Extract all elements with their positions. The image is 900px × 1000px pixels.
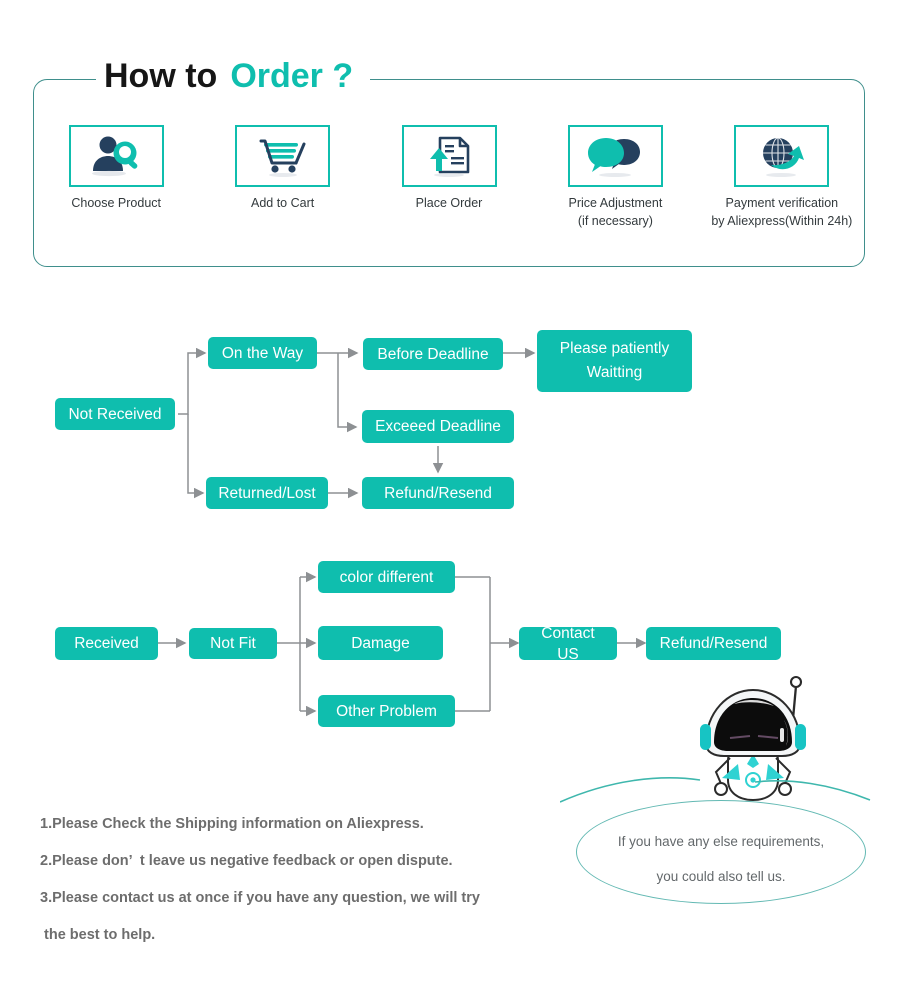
speech-bubbles-icon [588,138,641,177]
node-refund-resend-1[interactable]: Refund/Resend [362,477,514,509]
step-icon-frame [734,125,830,187]
node-on-the-way[interactable]: On the Way [208,337,317,369]
node-received[interactable]: Received [55,627,158,660]
shopping-cart-icon [259,139,306,177]
step-payment-verification[interactable]: Payment verification by Aliexpress(Withi… [699,125,865,260]
notes-list: 1.Please Check the Shipping information … [40,806,600,954]
step-icon-frame [567,125,663,187]
node-other-problem[interactable]: Other Problem [318,695,455,727]
requirements-bubble-text: If you have any else requirements, you c… [576,824,866,894]
page-title-black: How to [104,56,218,95]
step-icon-frame [235,125,331,187]
note-line-1: 1.Please Check the Shipping information … [40,816,424,832]
note-line-4: the best to help. [40,927,156,943]
node-contact-us[interactable]: Contact US [519,625,617,663]
page-title: How to Order ? [104,53,353,99]
node-damage[interactable]: Damage [318,626,443,660]
step-label: Add to Cart [250,196,315,210]
bubble-line-2: you could also tell us. [656,869,786,884]
step-label: Payment verification by Aliexpress(Withi… [711,196,853,228]
step-label: Price Adjustment (if necessary) [568,196,663,228]
node-before-deadline[interactable]: Before Deadline [363,338,503,370]
step-icon-frame [68,125,164,187]
node-color-different[interactable]: color different [318,561,455,593]
how-to-order-steps: Choose Product Add to Cart Place Order P… [33,125,865,260]
step-label: Choose Product [71,196,162,210]
step-icon-frame [401,125,497,187]
node-exceed-deadline[interactable]: Exceeed Deadline [362,410,514,443]
note-line-2: 2.Please don’ t leave us negative feedba… [40,853,453,869]
node-refund-resend-2[interactable]: Refund/Resend [646,627,781,660]
step-choose-product[interactable]: Choose Product [33,125,199,260]
step-label: Place Order [415,196,483,210]
node-not-received[interactable]: Not Received [55,398,175,430]
step-price-adjustment[interactable]: Price Adjustment (if necessary) [532,125,698,260]
note-line-3: 3.Please contact us at once if you have … [40,890,480,906]
page-title-teal: Order ? [230,56,354,95]
page-root: How to Order ? Choose Product Add to Car… [0,0,900,1000]
step-place-order[interactable]: Place Order [366,125,532,260]
node-not-fit[interactable]: Not Fit [189,628,277,659]
person-search-icon [92,136,138,177]
step-add-to-cart[interactable]: Add to Cart [199,125,365,260]
node-returned-lost[interactable]: Returned/Lost [206,477,328,509]
bubble-line-1: If you have any else requirements, [617,834,825,849]
globe-arrow-icon [762,137,804,177]
document-upload-icon [430,136,470,177]
node-please-patiently-waitting[interactable]: Please patiently Waitting [537,330,692,392]
